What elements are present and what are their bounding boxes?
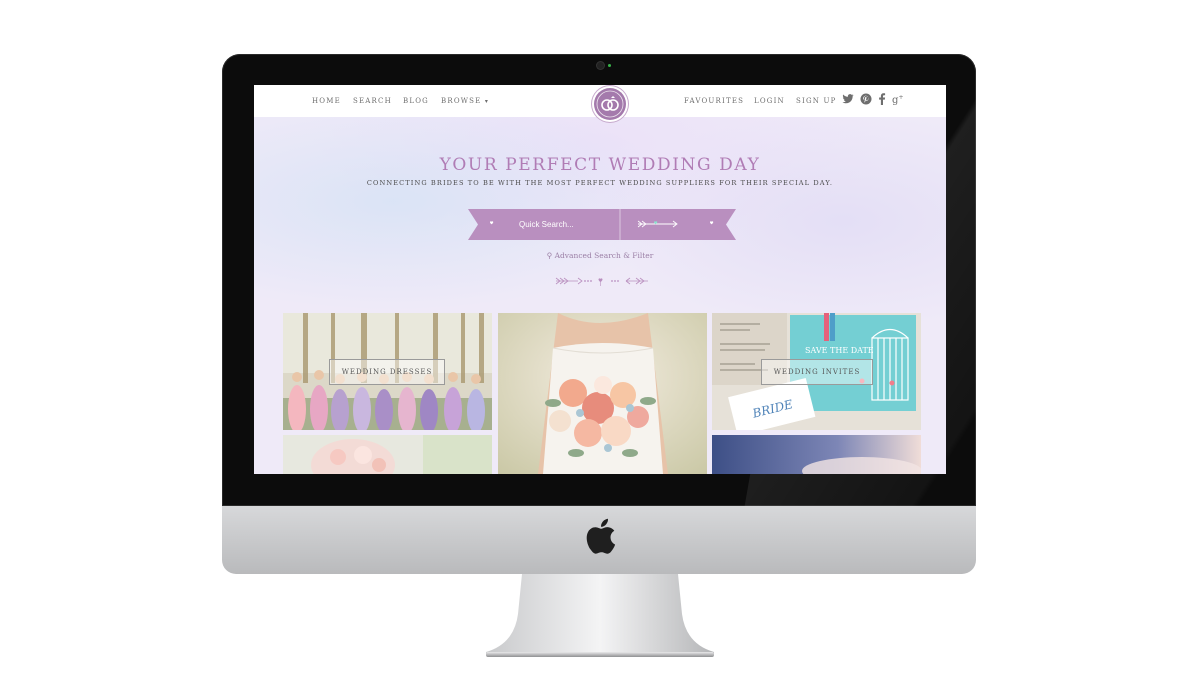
monitor-stand: [486, 574, 714, 657]
tile-blue-photo[interactable]: [712, 435, 921, 474]
tile-flowers[interactable]: [283, 435, 492, 474]
flowers-photo: [283, 435, 492, 474]
advanced-search-link[interactable]: ⚲ Advanced Search & Filter: [254, 251, 946, 260]
navbar: HOME SEARCH BLOG BROWSE ▾ FAVOURITES LOG…: [254, 85, 946, 120]
nav-blog[interactable]: BLOG: [403, 97, 429, 105]
caret-down-icon: ▾: [484, 98, 490, 105]
couple-photo: [712, 435, 921, 474]
twitter-icon[interactable]: [842, 93, 854, 105]
nav-browse[interactable]: BROWSE ▾: [441, 97, 489, 105]
site-logo[interactable]: [594, 88, 626, 120]
quick-search-input[interactable]: Quick Search...: [519, 220, 574, 229]
facebook-icon[interactable]: [876, 93, 888, 105]
nav-login[interactable]: LOGIN: [754, 97, 785, 105]
search-icon: ⚲: [546, 251, 553, 260]
hero-subtitle: CONNECTING BRIDES TO BE WITH THE MOST PE…: [366, 179, 834, 187]
hero-title: YOUR PERFECT WEDDING DAY: [439, 155, 761, 175]
tile-wedding-invites[interactable]: SAVE THE DATE BRIDE WEDDING INVITES: [712, 313, 921, 430]
google-plus-icon[interactable]: g +: [892, 93, 904, 105]
tile-bride-bouquet[interactable]: [498, 313, 707, 474]
wedding-rings-icon: [596, 90, 624, 118]
advanced-search-label: Advanced Search & Filter: [554, 251, 654, 260]
svg-text:+: +: [899, 94, 904, 101]
bride-bouquet-photo: [498, 313, 707, 474]
nav-sign-up[interactable]: SIGN UP: [796, 97, 837, 105]
svg-text:SAVE THE DATE: SAVE THE DATE: [805, 346, 874, 355]
tile-label-wedding-invites: WEDDING INVITES: [761, 359, 873, 385]
nav-browse-label: BROWSE: [441, 97, 482, 105]
apple-logo-icon: [586, 518, 616, 554]
pinterest-icon[interactable]: [860, 93, 872, 105]
tile-wedding-dresses[interactable]: WEDDING DRESSES: [283, 313, 492, 430]
tile-label-wedding-dresses: WEDDING DRESSES: [329, 359, 445, 385]
arrow-divider: [555, 277, 648, 286]
nav-favourites[interactable]: FAVOURITES: [684, 97, 744, 105]
camera-icon: [597, 62, 604, 69]
camera-led: [608, 64, 611, 67]
nav-search[interactable]: SEARCH: [353, 97, 392, 105]
nav-home[interactable]: HOME: [312, 97, 341, 105]
website-screen: HOME SEARCH BLOG BROWSE ▾ FAVOURITES LOG…: [254, 85, 946, 474]
quick-search-banner: [468, 209, 736, 240]
